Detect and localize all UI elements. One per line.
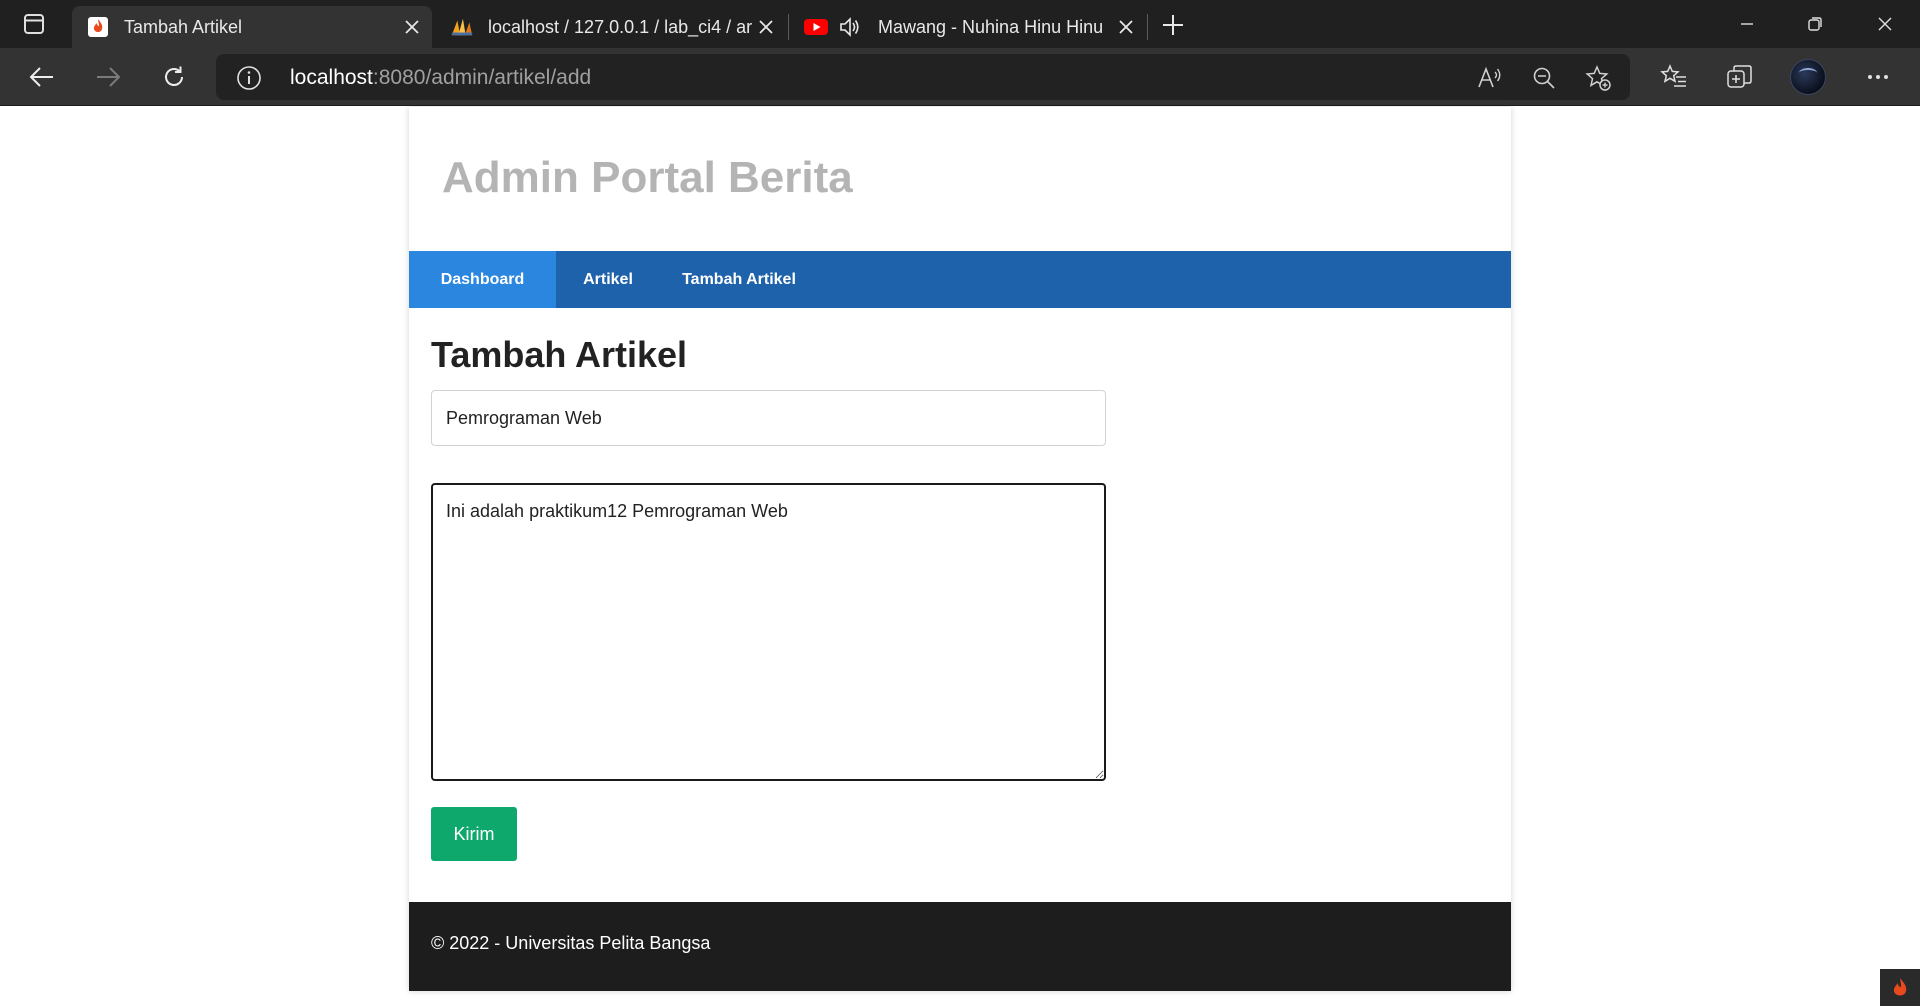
favorites-icon[interactable] [1658,61,1690,93]
tab-actions-button[interactable] [18,10,50,38]
page-container: Admin Portal Berita Dashboard Artikel Ta… [409,107,1511,991]
tab-separator [788,14,789,40]
site-header: Admin Portal Berita [409,107,1511,251]
main-navbar: Dashboard Artikel Tambah Artikel [409,251,1511,308]
read-aloud-icon[interactable] [1476,64,1504,92]
speaker-icon[interactable] [838,15,862,39]
arrow-left-icon [29,67,53,87]
add-favorite-icon[interactable] [1584,64,1612,92]
youtube-icon [804,15,828,39]
tab-separator [1147,14,1148,40]
profile-avatar[interactable] [1790,59,1826,95]
codeigniter-flame-icon [86,15,110,39]
zoom-out-icon[interactable] [1530,64,1558,92]
close-tab-icon[interactable] [398,13,426,41]
back-button[interactable] [22,59,62,95]
tab-title: Mawang - Nuhina Hinu Hinu [878,16,1104,37]
isi-textarea[interactable]: Ini adalah praktikum12 Pemrograman Web [431,483,1106,781]
arrow-right-icon [97,67,121,87]
nav-dashboard[interactable]: Dashboard [409,251,556,308]
minimize-icon [1741,23,1753,25]
footer-copyright: © 2022 - Universitas Pelita Bangsa [431,933,711,953]
restore-button[interactable] [1782,0,1848,48]
settings-more-icon[interactable] [1862,61,1894,93]
nav-tambah-artikel[interactable]: Tambah Artikel [660,251,818,308]
tab-youtube[interactable]: Mawang - Nuhina Hinu Hinu [790,6,1146,48]
collections-icon[interactable] [1724,61,1756,93]
url-host: localhost [290,66,373,89]
tab-tambah-artikel[interactable]: Tambah Artikel [72,6,432,48]
judul-input[interactable] [431,390,1106,446]
refresh-icon [165,66,183,86]
tab-phpmyadmin[interactable]: localhost / 127.0.0.1 / lab_ci4 / artike… [436,6,786,48]
page-viewport: Admin Portal Berita Dashboard Artikel Ta… [0,107,1920,1006]
browser-titlebar: Tambah Artikel localhost / 127.0.0.1 / l… [0,0,1920,48]
codeigniter-flame-icon [1893,977,1907,995]
nav-artikel[interactable]: Artikel [556,251,660,308]
minimize-button[interactable] [1714,0,1780,48]
tab-title: localhost / 127.0.0.1 / lab_ci4 / artike… [488,16,752,37]
tab-actions-icon [24,14,44,34]
site-footer: © 2022 - Universitas Pelita Bangsa [409,902,1511,991]
refresh-button[interactable] [154,59,194,95]
close-icon [1878,17,1892,31]
info-icon[interactable] [236,65,262,91]
url-path: :8080/admin/artikel/add [372,66,592,89]
forward-button[interactable] [88,59,128,95]
restore-icon [1808,17,1822,31]
avatar-glyph [1799,68,1817,78]
url-text: localhost:8080/admin/artikel/add [290,66,591,90]
plus-icon [1163,15,1183,35]
new-tab-button[interactable] [1158,10,1188,40]
codeigniter-debug-toolbar-button[interactable] [1880,969,1920,1006]
phpmyadmin-icon [450,15,474,39]
tab-title: Tambah Artikel [124,16,243,37]
address-bar[interactable]: localhost:8080/admin/artikel/add [216,54,1630,100]
site-title: Admin Portal Berita [442,153,853,202]
close-tab-icon[interactable] [752,13,780,41]
close-window-button[interactable] [1852,0,1918,48]
close-tab-icon[interactable] [1112,13,1140,41]
page-title: Tambah Artikel [431,334,688,375]
kirim-button[interactable]: Kirim [431,807,517,861]
browser-toolbar: localhost:8080/admin/artikel/add [0,48,1920,106]
